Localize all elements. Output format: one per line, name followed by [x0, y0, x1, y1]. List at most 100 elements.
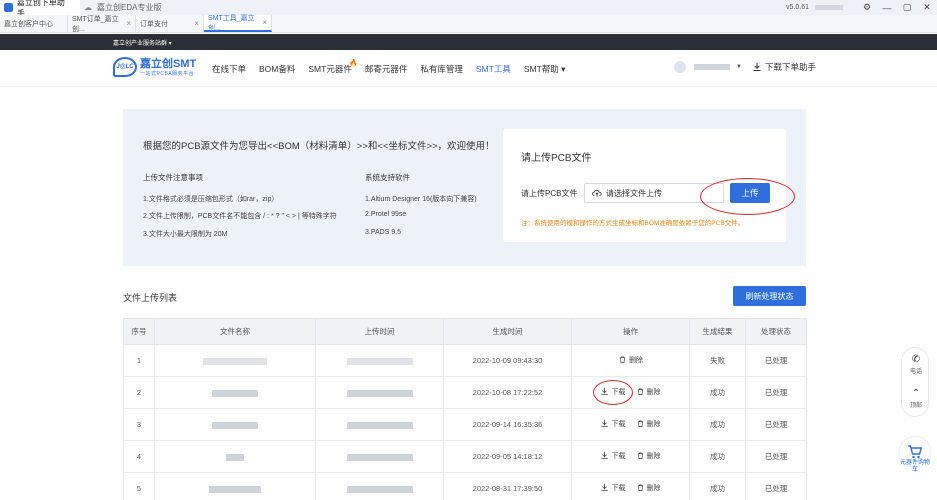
status-processed: 已处理 — [745, 376, 807, 409]
status-processed: 已处理 — [745, 472, 807, 500]
table-row: 2 2022-10-08 17:22:52 下载 删除 成功 已处理 — [123, 376, 807, 409]
window-titlebar: 嘉立创下单助手 ☁ 嘉立创EDA专业版 v5.0.61 ⚙ — ▢ ✕ — [0, 0, 937, 18]
table-row: 4 2022-09-05 14:18:12 下载 删除 成功 已处理 — [123, 440, 807, 473]
trash-icon — [637, 388, 643, 396]
upload-time — [315, 344, 444, 377]
col-header: 操作 — [571, 318, 690, 345]
minimize-icon[interactable]: — — [877, 3, 897, 13]
cloud-icon: ☁ — [84, 3, 92, 12]
tab-order-pay[interactable]: 订单支付 × — [136, 15, 204, 32]
trash-icon — [637, 484, 643, 492]
upload-time — [315, 376, 444, 409]
col-header: 上传时间 — [315, 318, 444, 345]
tab-customer-center[interactable]: 嘉立创客户中心 — [0, 15, 68, 32]
phone-button[interactable]: ✆ 电话 — [902, 354, 930, 375]
close-icon[interactable]: × — [126, 19, 131, 28]
trash-icon — [637, 452, 643, 460]
nav-bom[interactable]: BOM备料 — [259, 63, 295, 75]
upload-field-label: 请上传PCB文件 — [521, 189, 578, 198]
tab-smt-tools[interactable]: SMT工具_嘉立创... × — [204, 15, 272, 32]
download-button[interactable]: 下载 — [600, 451, 625, 461]
cart-label: 元器件购物车 — [899, 460, 930, 473]
delete-button[interactable]: 删除 — [636, 483, 661, 493]
phone-icon: ✆ — [911, 354, 921, 365]
table-row: 1 2022-10-09 09:43:30 删除 失败 已处理 — [123, 344, 807, 377]
table-header-row: 序号 文件名称 上传时间 生成时间 操作 生成结果 处理状态 — [123, 318, 807, 345]
refresh-status-button[interactable]: 刷新处理状态 — [733, 286, 806, 306]
delete-button[interactable]: 删除 — [636, 419, 661, 429]
chevron-down-icon[interactable]: ▼ — [736, 64, 742, 70]
nav-online-order[interactable]: 在线下单 — [212, 63, 246, 75]
upload-time — [315, 440, 444, 473]
row-actions: 下载 删除 — [571, 472, 690, 500]
back-to-top-button[interactable]: ⌃ 顶部 — [902, 388, 930, 409]
download-helper-label: 下载下单助手 — [764, 62, 816, 72]
download-button[interactable]: 下载 — [600, 419, 625, 429]
redacted-text — [346, 357, 413, 365]
row-number: 1 — [123, 344, 155, 377]
generated-time: 2022-10-08 17:22:52 — [443, 376, 572, 409]
download-helper-link[interactable]: 下载下单助手 — [752, 61, 816, 73]
software-title: 系统支持软件 — [365, 173, 410, 182]
result-success: 成功 — [689, 376, 746, 409]
close-icon[interactable]: × — [194, 19, 199, 28]
top-label: 顶部 — [909, 403, 922, 409]
eda-title: 嘉立创EDA专业版 — [97, 3, 162, 12]
delete-label: 删除 — [646, 484, 661, 492]
nav-smt-tools[interactable]: SMT工具 — [476, 63, 511, 75]
site-logo[interactable]: J@LC 嘉立创SMT 一站式PCBA服务平台 — [113, 57, 196, 77]
file-name — [154, 408, 316, 441]
software-item: 1.Altium Designer 16(版本向下兼容) — [365, 196, 477, 203]
redacted-text — [346, 485, 413, 493]
upload-card-title: 请上传PCB文件 — [521, 153, 592, 164]
col-header: 处理状态 — [745, 318, 807, 345]
download-icon — [753, 63, 761, 71]
redacted-text — [346, 389, 413, 397]
nav-smt-components[interactable]: SMT元器件 🔥 — [308, 60, 357, 75]
redacted-text — [346, 421, 413, 429]
file-placeholder: 请选择文件上传 — [606, 188, 662, 198]
row-number: 2 — [123, 376, 155, 409]
logo-title: 嘉立创SMT — [140, 57, 197, 70]
nav-private-library[interactable]: 私有库管理 — [420, 63, 463, 75]
maximize-icon[interactable]: ▢ — [897, 2, 917, 13]
redacted-text — [212, 421, 258, 429]
avatar[interactable] — [674, 61, 687, 73]
delete-label: 删除 — [629, 356, 643, 364]
nav-smt-help[interactable]: SMT帮助 ▾ — [524, 63, 566, 75]
note-item: 1.文件格式必须是压缩包形式（如rar，zip） — [143, 196, 279, 203]
status-processed: 已处理 — [745, 440, 807, 473]
redacted-text — [212, 389, 258, 397]
download-button[interactable]: 下载 — [600, 483, 625, 493]
tab-smt-order[interactable]: SMT订单_嘉立创... × — [68, 15, 136, 33]
account-name[interactable] — [815, 5, 843, 10]
generated-time: 2022-10-09 09:43:30 — [443, 344, 572, 377]
redacted-text — [346, 453, 413, 461]
close-icon[interactable]: × — [262, 18, 267, 27]
trash-icon — [619, 356, 626, 364]
note-item: 2.文件上传限制，PCB文件名不能包含 / : * ? " < > | 等特殊字… — [143, 213, 337, 220]
top-strip: 嘉立创产业服务站群 ▾ — [0, 34, 937, 50]
row-number: 4 — [123, 440, 155, 473]
nav-mail-components[interactable]: 邮寄元器件 — [365, 63, 408, 75]
user-name[interactable] — [694, 64, 731, 70]
row-number: 3 — [123, 408, 155, 441]
redacted-text — [226, 453, 244, 461]
settings-icon[interactable]: ⚙ — [857, 2, 877, 13]
delete-button[interactable]: 删除 — [636, 387, 661, 397]
redacted-text — [203, 357, 267, 365]
delete-button[interactable]: 删除 — [636, 451, 661, 461]
close-icon[interactable]: ✕ — [917, 2, 937, 13]
upload-time — [315, 472, 444, 500]
service-group-menu[interactable]: 嘉立创产业服务站群 ▾ — [113, 38, 172, 47]
row-actions: 删除 — [571, 344, 690, 377]
app-tab-order-helper[interactable]: 嘉立创下单助手 — [0, 0, 80, 18]
file-list-title: 文件上传列表 — [123, 293, 178, 303]
download-icon — [601, 484, 609, 492]
chevron-up-icon: ⌃ — [911, 388, 921, 399]
tab-bar: 嘉立创客户中心 SMT订单_嘉立创... × 订单支付 × SMT工具_嘉立创.… — [0, 15, 937, 33]
generated-time: 2022-09-05 14:18:12 — [443, 440, 572, 473]
delete-button[interactable]: 删除 — [618, 355, 643, 365]
main-nav: J@LC 嘉立创SMT 一站式PCBA服务平台 在线下单 BOM备料 SMT元器… — [0, 50, 937, 87]
download-icon — [601, 452, 609, 460]
